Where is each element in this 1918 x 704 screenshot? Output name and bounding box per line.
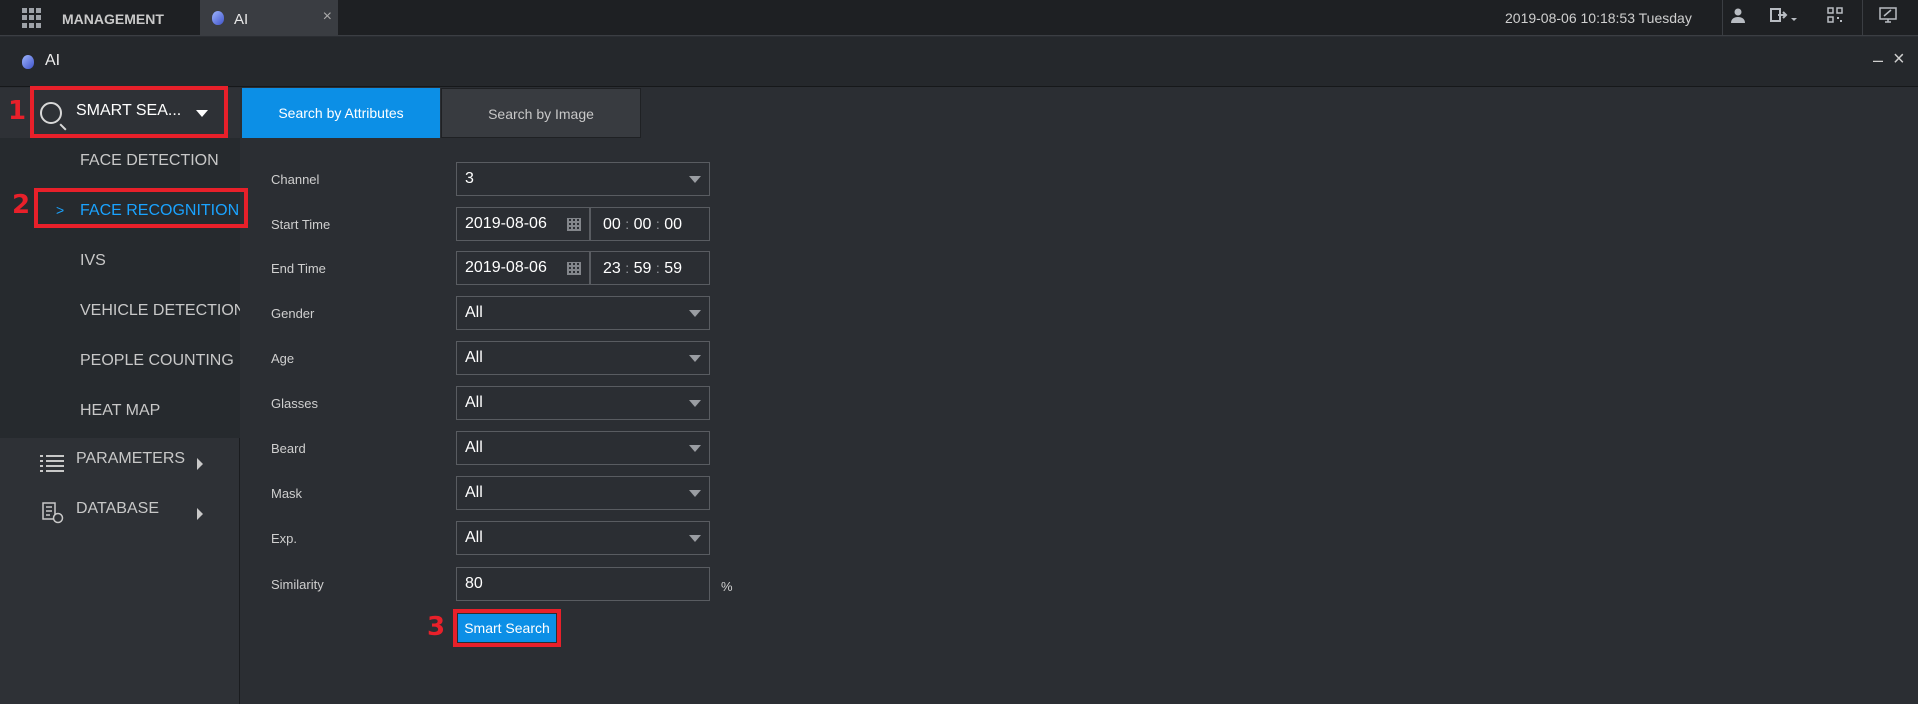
chevron-down-icon <box>689 490 701 497</box>
start-second[interactable]: 00 <box>664 216 682 233</box>
monitor-icon[interactable] <box>1876 7 1900 29</box>
user-icon[interactable] <box>1726 7 1750 29</box>
end-time-input[interactable]: 23 : 59 : 59 <box>590 251 710 285</box>
exp-select[interactable]: All <box>456 521 710 555</box>
beard-value: All <box>465 439 483 456</box>
similarity-label: Similarity <box>271 577 324 592</box>
chevron-down-icon <box>689 355 701 362</box>
logout-icon[interactable] <box>1766 7 1802 29</box>
annotation-number-2: 2 <box>12 190 31 220</box>
end-minute[interactable]: 59 <box>634 260 652 277</box>
close-icon[interactable]: × <box>1893 48 1905 71</box>
tab-search-by-attributes[interactable]: Search by Attributes <box>242 88 440 138</box>
start-date-value: 2019-08-06 <box>465 215 547 232</box>
channel-select[interactable]: 3 <box>456 162 710 196</box>
age-label: Age <box>271 351 295 366</box>
caret-right-icon <box>197 508 203 520</box>
sidebar-item-parameters[interactable]: PARAMETERS <box>0 438 240 488</box>
mask-value: All <box>465 484 483 501</box>
tab-ai[interactable]: AI × <box>200 0 338 36</box>
sidebar-submenu: FACE DETECTION > FACE RECOGNITION IVS VE… <box>0 138 240 438</box>
sidebar-item-database[interactable]: DATABASE <box>0 488 240 538</box>
chevron-down-icon <box>689 400 701 407</box>
beard-label: Beard <box>271 441 306 456</box>
divider <box>1722 0 1723 36</box>
apps-grid-icon[interactable] <box>22 8 42 28</box>
tab-close-icon[interactable]: × <box>323 8 332 26</box>
sidebar-subitem-vehicle-detection[interactable]: VEHICLE DETECTION <box>80 302 240 320</box>
calendar-icon[interactable] <box>567 218 581 231</box>
annotation-number-1: 1 <box>8 96 27 126</box>
age-select[interactable]: All <box>456 341 710 375</box>
calendar-icon[interactable] <box>567 262 581 275</box>
age-value: All <box>465 349 483 366</box>
highlight-box-2 <box>34 188 248 228</box>
time-separator: : <box>625 260 630 276</box>
caret-right-icon <box>197 458 203 470</box>
similarity-input[interactable]: 80 <box>456 567 710 601</box>
ai-icon <box>212 11 224 25</box>
end-hour[interactable]: 23 <box>603 260 621 277</box>
window-title: AI <box>45 52 61 69</box>
chevron-down-icon <box>689 445 701 452</box>
sidebar-item-label: DATABASE <box>76 500 159 517</box>
time-separator: : <box>625 216 630 232</box>
sidebar-subitem-heat-map[interactable]: HEAT MAP <box>80 402 160 420</box>
sidebar-item-label: PARAMETERS <box>76 450 186 467</box>
gender-label: Gender <box>271 306 315 321</box>
sidebar-subitem-face-detection[interactable]: FACE DETECTION <box>80 152 219 170</box>
tab-search-by-image[interactable]: Search by Image <box>441 88 641 138</box>
gender-value: All <box>465 304 483 321</box>
start-time-label: Start Time <box>271 217 331 232</box>
channel-value: 3 <box>465 170 474 187</box>
management-label[interactable]: MANAGEMENT <box>62 11 164 27</box>
start-minute[interactable]: 00 <box>634 216 652 233</box>
sidebar: SMART SEA... FACE DETECTION > FACE RECOG… <box>0 88 240 704</box>
chevron-down-icon <box>689 310 701 317</box>
highlight-box-1 <box>30 86 228 138</box>
qr-code-icon[interactable] <box>1823 7 1847 29</box>
annotation-number-3: 3 <box>427 612 446 642</box>
minimize-icon[interactable]: – <box>1873 50 1883 71</box>
sidebar-subitem-ivs[interactable]: IVS <box>80 252 106 270</box>
chevron-down-icon <box>689 176 701 183</box>
end-date-value: 2019-08-06 <box>465 259 547 276</box>
glasses-value: All <box>465 394 483 411</box>
time-separator: : <box>655 260 660 276</box>
mask-label: Mask <box>271 486 303 501</box>
list-icon <box>40 454 64 472</box>
chevron-down-icon <box>689 535 701 542</box>
beard-select[interactable]: All <box>456 431 710 465</box>
window-title-bar: AI – × <box>0 37 1918 87</box>
similarity-unit: % <box>721 579 733 594</box>
channel-label: Channel <box>271 172 320 187</box>
exp-label: Exp. <box>271 531 298 546</box>
start-hour[interactable]: 00 <box>603 216 621 233</box>
gender-select[interactable]: All <box>456 296 710 330</box>
time-separator: : <box>655 216 660 232</box>
end-time-label: End Time <box>271 261 326 276</box>
datetime-display: 2019-08-06 10:18:53 Tuesday <box>1505 10 1692 26</box>
top-bar: MANAGEMENT AI × 2019-08-06 10:18:53 Tues… <box>0 0 1918 36</box>
glasses-label: Glasses <box>271 396 318 411</box>
start-time-input[interactable]: 00 : 00 : 00 <box>590 207 710 241</box>
end-second[interactable]: 59 <box>664 260 682 277</box>
similarity-value: 80 <box>465 575 483 592</box>
ai-icon <box>22 55 34 69</box>
tab-ai-label: AI <box>234 11 249 28</box>
divider <box>1862 0 1863 36</box>
start-date-input[interactable]: 2019-08-06 <box>456 207 590 241</box>
end-date-input[interactable]: 2019-08-06 <box>456 251 590 285</box>
mask-select[interactable]: All <box>456 476 710 510</box>
sidebar-subitem-people-counting[interactable]: PEOPLE COUNTING <box>80 352 234 370</box>
exp-value: All <box>465 529 483 546</box>
database-icon <box>42 502 64 524</box>
glasses-select[interactable]: All <box>456 386 710 420</box>
highlight-box-3 <box>453 609 561 647</box>
